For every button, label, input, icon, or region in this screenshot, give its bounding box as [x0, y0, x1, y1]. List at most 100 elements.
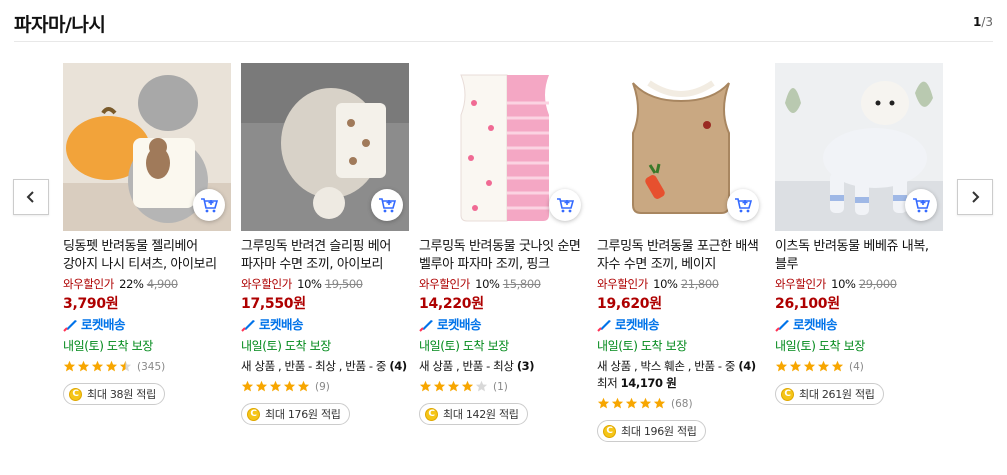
- star-icon: [255, 380, 268, 392]
- star-icon: [639, 397, 652, 409]
- star-icon: [283, 380, 296, 392]
- add-to-cart-icon: [379, 198, 396, 213]
- discount-rate: 10%: [653, 277, 678, 291]
- used-options[interactable]: 새 상품 , 반품 - 최상 , 반품 - 중 (4): [241, 358, 409, 375]
- reward-text: 최대 38원 적립: [87, 388, 156, 401]
- star-rating: [597, 397, 667, 410]
- used-options[interactable]: 새 상품 , 박스 훼손 , 반품 - 중 (4) 최저 14,170 원: [597, 358, 765, 392]
- product-card[interactable]: 딩동펫 반려동물 젤리베어 강아지 나시 티셔츠, 아이보리 와우할인가 22%…: [63, 63, 231, 405]
- product-image[interactable]: [63, 63, 231, 231]
- used-lowest-price: 14,170 원: [620, 376, 677, 390]
- product-card[interactable]: 그루밍독 반려동물 포근한 배색 자수 수면 조끼, 베이지 와우할인가 10%…: [597, 63, 765, 442]
- sale-price: 19,620원: [597, 296, 662, 312]
- star-icon: [831, 360, 844, 372]
- rocket-icon: [63, 320, 77, 332]
- original-price: 4,900: [146, 277, 178, 291]
- discount-rate: 22%: [119, 277, 144, 291]
- rocket-icon: [597, 320, 611, 332]
- rocket-label: 로켓배송: [437, 317, 482, 332]
- rocket-label: 로켓배송: [793, 317, 838, 332]
- reward-text: 최대 196원 적립: [621, 425, 697, 438]
- product-image[interactable]: [597, 63, 765, 231]
- star-icon: [433, 380, 446, 392]
- star-icon: [91, 360, 104, 372]
- add-to-cart-button[interactable]: [193, 189, 225, 221]
- rocket-badge: 로켓배송: [775, 316, 943, 334]
- star-icon: [241, 380, 254, 392]
- original-price: 21,800: [680, 277, 719, 291]
- star-icon: [419, 380, 432, 392]
- rating: (1): [419, 378, 587, 395]
- page-indicator: 1/3: [973, 15, 993, 29]
- reward-text: 최대 261원 적립: [799, 388, 875, 401]
- rating: (9): [241, 378, 409, 395]
- product-card[interactable]: 이츠독 반려동물 베베쥬 내복, 블루 와우할인가 10% 29,000 26,…: [775, 63, 943, 405]
- discount-rate: 10%: [297, 277, 322, 291]
- carousel-prev-button[interactable]: [13, 179, 49, 215]
- rocket-label: 로켓배송: [615, 317, 660, 332]
- product-name[interactable]: 그루밍독 반려동물 굿나잇 순면 벨루아 파자마 조끼, 핑크: [419, 238, 587, 273]
- star-icon: [77, 360, 90, 372]
- product-image[interactable]: [775, 63, 943, 231]
- sale-price: 26,100원: [775, 296, 840, 312]
- star-icon: [775, 360, 788, 372]
- used-price-label: 최저: [597, 376, 618, 390]
- reward-text: 최대 142원 적립: [443, 408, 519, 421]
- product-name[interactable]: 그루밍독 반려견 슬리핑 베어 파자마 수면 조끼, 아이보리: [241, 238, 409, 273]
- rocket-badge: 로켓배송: [63, 316, 231, 334]
- star-icon: [625, 397, 638, 409]
- star-rating: [241, 380, 311, 393]
- page-total: /3: [981, 15, 993, 29]
- used-options-text: 새 상품 , 반품 - 최상 , 반품 - 중: [241, 359, 387, 373]
- price-row: 와우할인가 10% 15,800: [419, 277, 587, 292]
- used-options[interactable]: 새 상품 , 반품 - 최상 (3): [419, 358, 587, 375]
- wow-label: 와우할인가: [419, 277, 470, 291]
- product-image[interactable]: [241, 63, 409, 231]
- delivery-promise: 내일(토) 도착 보장: [241, 339, 331, 353]
- add-to-cart-button[interactable]: [549, 189, 581, 221]
- product-name[interactable]: 이츠독 반려동물 베베쥬 내복, 블루: [775, 238, 943, 273]
- rocket-label: 로켓배송: [81, 317, 126, 332]
- discount-rate: 10%: [475, 277, 500, 291]
- reward-badge: C 최대 196원 적립: [597, 420, 706, 442]
- price-row: 와우할인가 10% 19,500: [241, 277, 409, 292]
- reward-badge: C 최대 38원 적립: [63, 383, 165, 405]
- product-image[interactable]: [419, 63, 587, 231]
- product-name[interactable]: 딩동펫 반려동물 젤리베어 강아지 나시 티셔츠, 아이보리: [63, 238, 231, 273]
- coin-icon: C: [247, 407, 260, 421]
- section-title: 파자마/나시: [14, 14, 106, 36]
- wow-label: 와우할인가: [597, 277, 648, 291]
- chevron-right-icon: [972, 191, 980, 203]
- reward-badge: C 최대 261원 적립: [775, 383, 884, 405]
- sale-price: 3,790원: [63, 296, 119, 312]
- product-card[interactable]: 그루밍독 반려견 슬리핑 베어 파자마 수면 조끼, 아이보리 와우할인가 10…: [241, 63, 409, 425]
- delivery-promise: 내일(토) 도착 보장: [775, 339, 865, 353]
- star-icon: [597, 397, 610, 409]
- used-options-text: 새 상품 , 반품 - 최상: [419, 359, 514, 373]
- delivery-promise: 내일(토) 도착 보장: [63, 339, 153, 353]
- add-to-cart-button[interactable]: [371, 189, 403, 221]
- carousel-next-button[interactable]: [957, 179, 993, 215]
- wow-label: 와우할인가: [63, 277, 114, 291]
- product-name[interactable]: 그루밍독 반려동물 포근한 배색 자수 수면 조끼, 베이지: [597, 238, 765, 273]
- chevron-left-icon: [26, 191, 34, 203]
- sale-price: 14,220원: [419, 296, 484, 312]
- add-to-cart-button[interactable]: [727, 189, 759, 221]
- star-icon: [817, 360, 830, 372]
- star-icon: [105, 360, 118, 372]
- delivery-promise: 내일(토) 도착 보장: [419, 339, 509, 353]
- star-icon: [789, 360, 802, 372]
- used-options-count: (4): [738, 359, 756, 373]
- star-rating: [63, 360, 133, 373]
- rocket-icon: [775, 320, 789, 332]
- review-count: (1): [493, 380, 508, 393]
- coin-icon: C: [781, 387, 794, 401]
- price-row: 와우할인가 22% 4,900: [63, 277, 231, 292]
- original-price: 29,000: [858, 277, 897, 291]
- add-to-cart-button[interactable]: [905, 189, 937, 221]
- section-header: 파자마/나시 1/3: [14, 10, 993, 42]
- reward-badge: C 최대 142원 적립: [419, 403, 528, 425]
- product-card[interactable]: 그루밍독 반려동물 굿나잇 순면 벨루아 파자마 조끼, 핑크 와우할인가 10…: [419, 63, 587, 425]
- star-icon: [461, 380, 474, 392]
- used-options-count: (4): [389, 359, 407, 373]
